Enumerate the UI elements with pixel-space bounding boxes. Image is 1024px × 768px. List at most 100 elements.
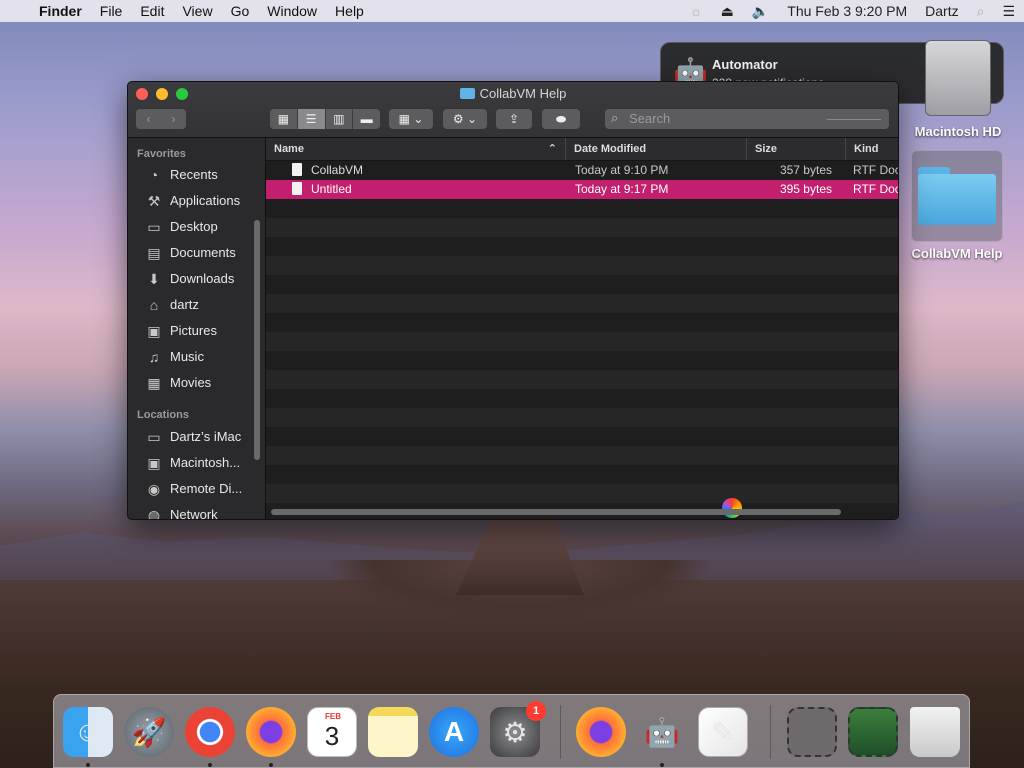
column-view-button[interactable]: ▥ xyxy=(326,109,354,129)
macintosh-hd-label: Macintosh HD xyxy=(914,124,1002,139)
menu-window[interactable]: Window xyxy=(258,0,326,22)
clock-status[interactable]: Thu Feb 3 9:20 PM xyxy=(778,3,916,19)
empty-row xyxy=(266,313,898,332)
sidebar-item-downloads[interactable]: ⬇ Downloads xyxy=(145,266,234,292)
dock-automator-icon[interactable]: 🤖 xyxy=(637,707,687,757)
hard-drive-icon xyxy=(925,40,991,116)
collabvm-help-desktop-folder[interactable]: CollabVM Help xyxy=(905,150,1009,261)
running-indicator xyxy=(660,763,664,767)
icon-view-button[interactable]: ▦ xyxy=(270,109,298,129)
view-mode-buttons: ▦ ☰ ▥ ▬ xyxy=(270,109,380,129)
sidebar-item-music[interactable]: ♫ Music xyxy=(145,344,204,370)
chevron-down-icon: ⌄ xyxy=(467,112,478,126)
sidebar-item-dartz-s-imac[interactable]: ▭ Dartz’s iMac xyxy=(145,424,241,450)
clock-icon: ◔ xyxy=(149,167,159,183)
share-button[interactable]: ⇪ xyxy=(496,109,532,129)
menu-finder[interactable]: Finder xyxy=(30,0,91,22)
empty-row xyxy=(266,446,898,465)
search-field[interactable]: ⌕ Search xyxy=(605,109,889,129)
gear-icon: ⚙ xyxy=(452,112,464,126)
dock-chrome-icon[interactable] xyxy=(185,707,235,757)
action-button[interactable]: ⚙ ⌄ xyxy=(443,109,487,129)
list-view-button[interactable]: ☰ xyxy=(297,109,326,129)
menu-view[interactable]: View xyxy=(173,0,221,22)
volume-icon[interactable]: 🔈 xyxy=(743,3,778,20)
eject-icon[interactable]: ⏏ xyxy=(712,3,743,20)
dock-firefox-icon-2[interactable] xyxy=(576,707,626,757)
rtf-document-icon xyxy=(292,182,302,195)
forward-button[interactable]: › xyxy=(161,112,186,126)
empty-row xyxy=(266,199,898,218)
dock: ☺ 🚀 FEB 3 A ⚙ 1 🤖 ✎ xyxy=(53,694,970,768)
sidebar-scrollbar[interactable] xyxy=(254,220,260,460)
sidebar-item-label: Music xyxy=(170,349,204,364)
file-size: 357 bytes xyxy=(779,163,832,177)
file-kind: RTF Document xyxy=(853,182,898,196)
documents-icon: ▤ xyxy=(147,245,161,261)
menu-help[interactable]: Help xyxy=(326,0,373,22)
column-name[interactable]: Name ⌃ xyxy=(266,138,566,160)
dock-finder-icon[interactable]: ☺ xyxy=(63,707,113,757)
folder-icon xyxy=(918,167,996,225)
table-row[interactable]: Untitled Today at 9:17 PM 395 bytes RTF Doc… xyxy=(266,180,898,199)
menu-go[interactable]: Go xyxy=(222,0,259,22)
sidebar-item-desktop[interactable]: ▭ Desktop xyxy=(145,214,217,240)
macintosh-hd-desktop-icon[interactable]: Macintosh HD xyxy=(908,40,1008,139)
column-kind[interactable]: Kind xyxy=(846,138,898,160)
gallery-view-button[interactable]: ▬ xyxy=(353,109,380,129)
sidebar-item-network[interactable]: ◍ Network xyxy=(145,502,218,519)
empty-row xyxy=(266,294,898,313)
notification-center-icon[interactable]: ☰ xyxy=(993,3,1024,20)
group-by-button[interactable]: ▦ ⌄ xyxy=(389,109,433,129)
sidebar-item-recents[interactable]: ◔ Recents xyxy=(145,162,218,188)
sidebar-item-documents[interactable]: ▤ Documents xyxy=(145,240,235,266)
desktop-icon: ▭ xyxy=(147,219,161,235)
sidebar-item-label: Pictures xyxy=(170,323,217,338)
dock-system-preferences-icon[interactable]: ⚙ 1 xyxy=(490,701,546,757)
sidebar-item-applications[interactable]: ⚒ Applications xyxy=(145,188,240,214)
sidebar-item-label: Applications xyxy=(170,193,241,208)
horizontal-scrollbar[interactable] xyxy=(271,509,841,515)
dock-downloads-stack-icon[interactable] xyxy=(787,707,837,757)
notification-title: Automator xyxy=(712,57,778,72)
calendar-day: 3 xyxy=(324,720,340,751)
dock-launchpad-icon[interactable]: 🚀 xyxy=(124,707,174,757)
dock-notes-icon[interactable] xyxy=(368,707,418,757)
status-area: ☼ ⏏ 🔈 Thu Feb 3 9:20 PM Dartz ⌕ ☰ xyxy=(681,3,1024,20)
title-bar[interactable]: CollabVM Help ‹ › ▦ ☰ ▥ ▬ ▦ ⌄ ⚙ ⌄ ⇪ ⬬ ⌕ … xyxy=(128,82,898,138)
window-title: CollabVM Help xyxy=(128,86,898,101)
dock-app-store-icon[interactable]: A xyxy=(429,707,479,757)
sidebar-item-remote-di[interactable]: ◉ Remote Di... xyxy=(145,476,242,502)
menu-file[interactable]: File xyxy=(91,0,132,22)
column-date[interactable]: Date Modified xyxy=(566,138,747,160)
dock-textedit-icon[interactable]: ✎ xyxy=(698,707,748,757)
sidebar-item-dartz[interactable]: ⌂ dartz xyxy=(145,292,199,318)
sidebar-item-macintosh[interactable]: ▣ Macintosh... xyxy=(145,450,240,476)
back-button[interactable]: ‹ xyxy=(136,112,161,126)
dock-trash-icon[interactable] xyxy=(910,707,960,757)
sidebar-item-movies[interactable]: ▦ Movies xyxy=(145,370,211,396)
spinner-status-icon[interactable]: ☼ xyxy=(681,3,712,19)
user-menu[interactable]: Dartz xyxy=(916,3,967,19)
collabvm-help-label: CollabVM Help xyxy=(911,246,1003,261)
finder-window: CollabVM Help ‹ › ▦ ☰ ▥ ▬ ▦ ⌄ ⚙ ⌄ ⇪ ⬬ ⌕ … xyxy=(127,81,899,520)
sidebar-item-label: Downloads xyxy=(170,271,235,286)
search-placeholder: Search xyxy=(629,111,671,126)
home-icon: ⌂ xyxy=(149,297,159,313)
dock-screenshot-stack-icon[interactable] xyxy=(848,707,898,757)
calendar-month: FEB xyxy=(325,712,341,721)
dock-separator xyxy=(560,705,561,759)
menu-edit[interactable]: Edit xyxy=(131,0,173,22)
column-size[interactable]: Size xyxy=(747,138,846,160)
spotlight-icon[interactable]: ⌕ xyxy=(968,3,994,20)
empty-row xyxy=(266,275,898,294)
empty-row xyxy=(266,218,898,237)
tag-button[interactable]: ⬬ xyxy=(542,109,580,129)
dock-firefox-icon[interactable] xyxy=(246,707,296,757)
file-name-text: Untitled xyxy=(311,182,352,196)
file-name: Untitled xyxy=(292,180,562,199)
table-row[interactable]: CollabVM Today at 9:10 PM 357 bytes RTF Doc… xyxy=(266,161,898,180)
folder-icon xyxy=(459,88,475,99)
sidebar-item-pictures[interactable]: ▣ Pictures xyxy=(145,318,217,344)
dock-calendar-icon[interactable]: FEB 3 xyxy=(307,707,357,757)
